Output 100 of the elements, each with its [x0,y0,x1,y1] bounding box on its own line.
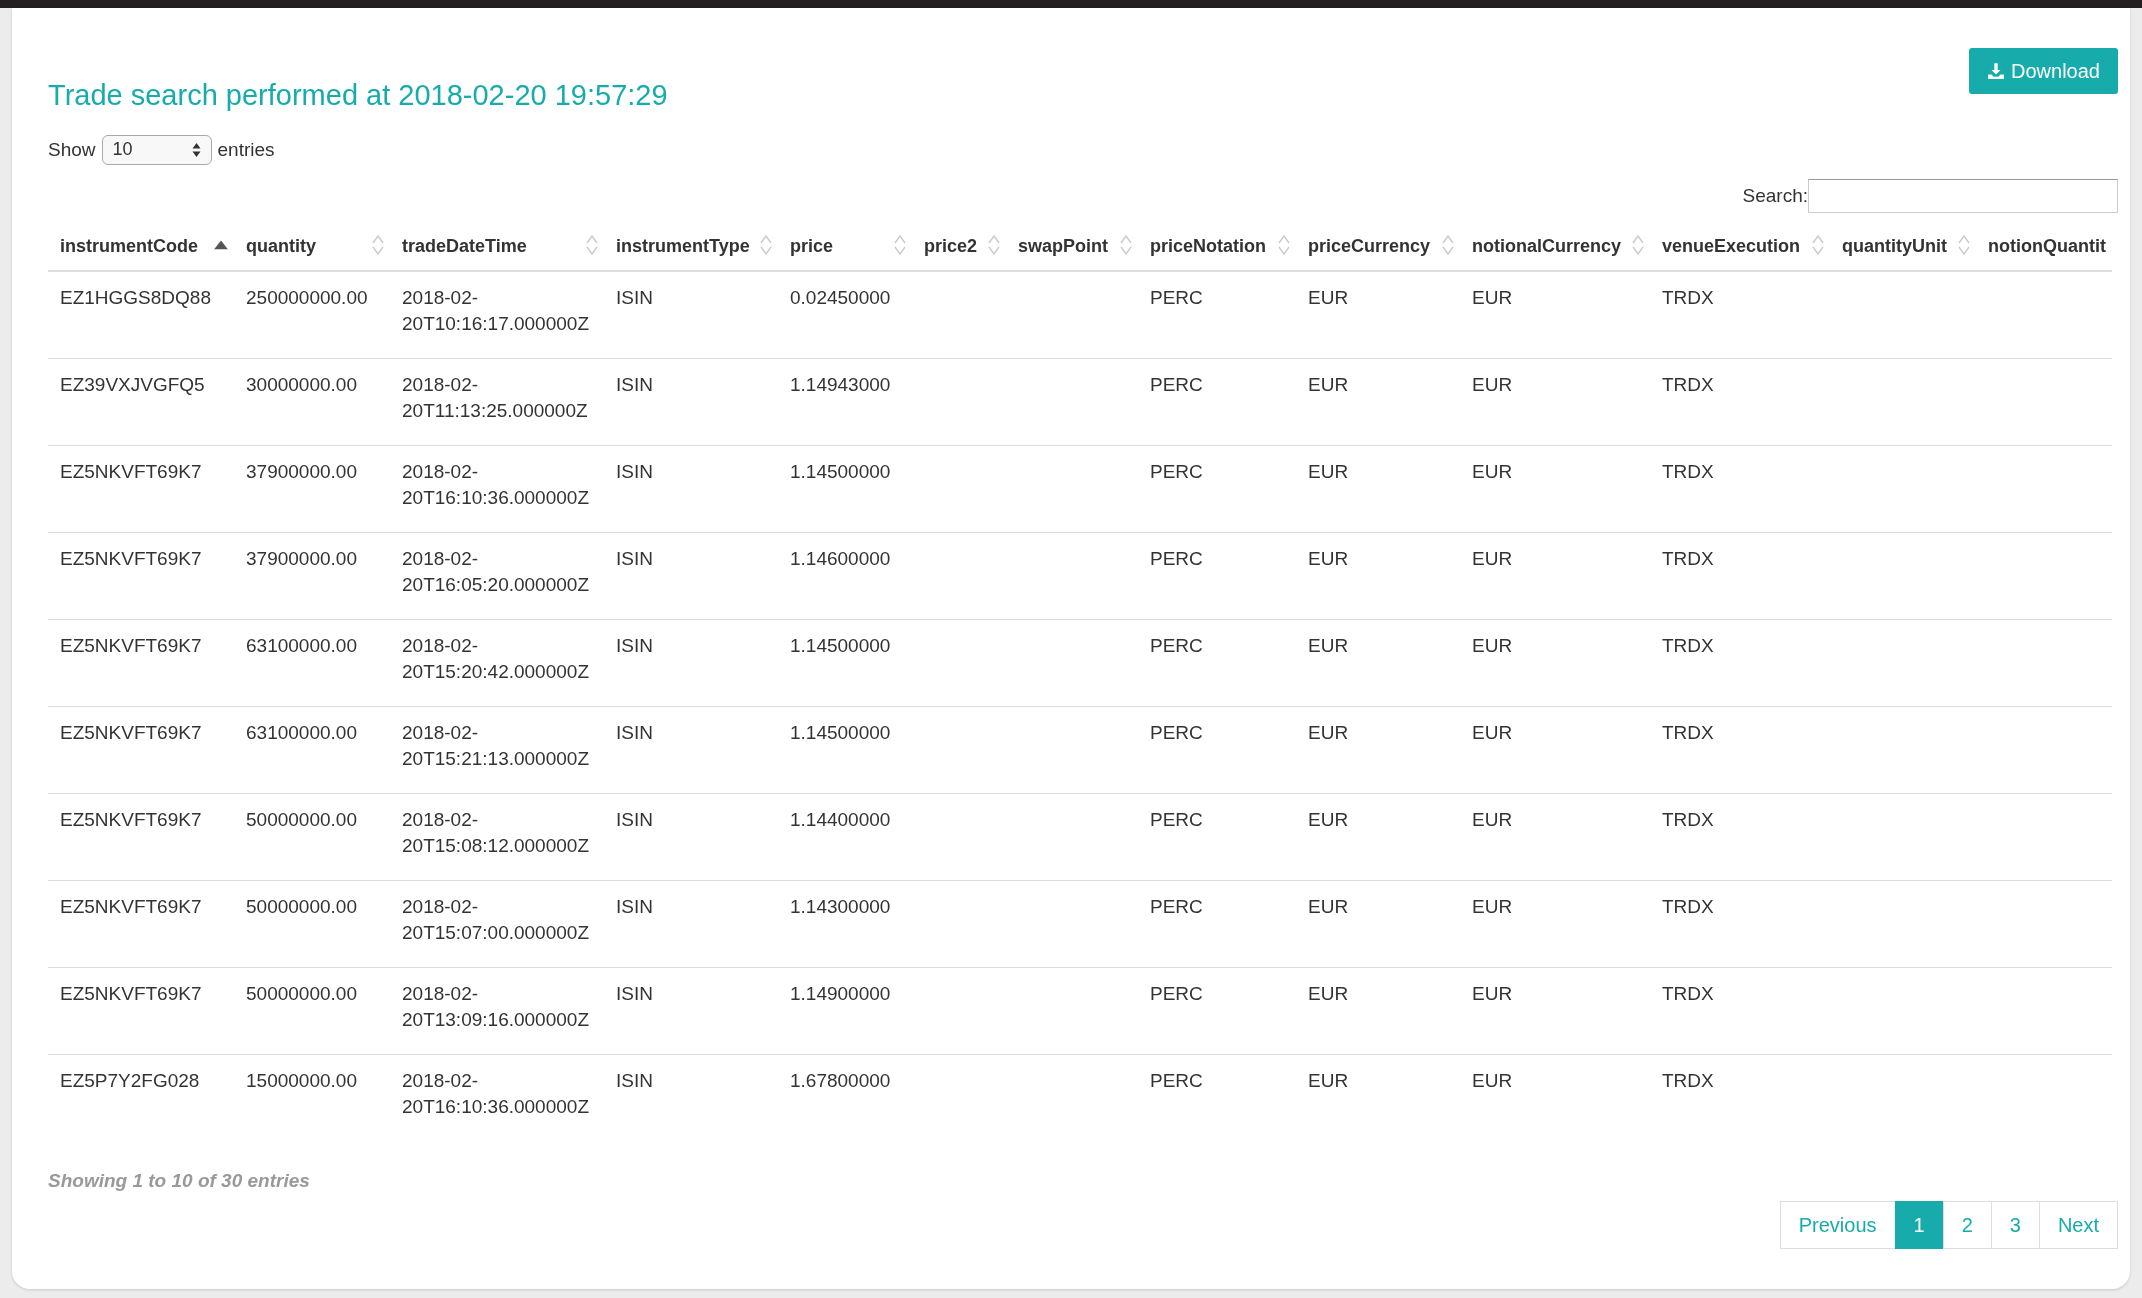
table-cell: EZ5NKVFT69K7 [48,880,234,968]
table-cell: 250000000.00 [234,270,390,359]
table-cell: PERC [1138,270,1296,359]
column-header[interactable]: priceNotation [1138,220,1296,271]
table-cell: EZ5NKVFT69K7 [48,706,234,794]
table-cell: EUR [1296,1054,1460,1141]
table-cell: ISIN [604,880,778,968]
table-cell: EUR [1296,967,1460,1055]
table-cell: 63100000.00 [234,619,390,707]
table-cell: TRDX [1650,270,1830,359]
entries-info: Showing 1 to 10 of 30 entries [48,1168,311,1193]
table-cell: EUR [1460,358,1650,446]
table-cell: PERC [1138,793,1296,881]
table-cell: EZ5NKVFT69K7 [48,619,234,707]
table-cell: EUR [1296,706,1460,794]
column-header[interactable]: swapPoint [1006,220,1138,271]
table-cell: 1.67800000 [778,1054,912,1141]
table-cell: 1.14900000 [778,967,912,1055]
table-cell: ISIN [604,270,778,359]
table-cell: EUR [1296,270,1460,359]
table-cell: EZ39VXJVGFQ5 [48,358,234,446]
table-cell: PERC [1138,706,1296,794]
search-label: Search: [1742,183,1808,208]
column-header[interactable]: notionQuantit [1976,220,2112,271]
download-icon [1987,62,2006,80]
table-cell: 63100000.00 [234,706,390,794]
table-cell: EZ1HGGS8DQ88 [48,270,234,359]
table-cell: 2018-02-20T16:10:36.000000Z [390,1054,604,1141]
table-cell: EZ5P7Y2FG028 [48,1054,234,1141]
table-cell: TRDX [1650,445,1830,533]
column-header[interactable]: priceCurrency [1296,220,1460,271]
search-field[interactable] [1808,178,2118,213]
table-cell: 2018-02-20T11:13:25.000000Z [390,358,604,446]
table-cell: 2018-02-20T15:07:00.000000Z [390,880,604,968]
table-cell: PERC [1138,1054,1296,1141]
updown-arrows-icon [191,141,201,158]
table-cell: EUR [1296,532,1460,620]
column-header[interactable]: quantity [234,220,390,271]
table-cell: TRDX [1650,619,1830,707]
table-cell: EUR [1296,358,1460,446]
table-cell: EUR [1460,706,1650,794]
table-cell: 1.14300000 [778,880,912,968]
table-cell: 2018-02-20T13:09:16.000000Z [390,967,604,1055]
column-header[interactable]: quantityUnit [1830,220,1976,271]
table-cell: PERC [1138,358,1296,446]
table-cell: PERC [1138,967,1296,1055]
table-cell: TRDX [1650,880,1830,968]
table-cell: EUR [1460,532,1650,620]
show-label: Show [48,137,96,162]
table-cell: 50000000.00 [234,793,390,881]
column-header[interactable]: tradeDateTime [390,220,604,271]
table-cell: EUR [1460,967,1650,1055]
table-cell: EUR [1296,793,1460,881]
column-header[interactable]: venueExecution [1650,220,1830,271]
table-cell: ISIN [604,793,778,881]
table-cell: EUR [1296,445,1460,533]
table-cell: EUR [1460,270,1650,359]
table-cell: 2018-02-20T15:08:12.000000Z [390,793,604,881]
entries-label: entries [217,137,275,162]
table-cell: ISIN [604,619,778,707]
table-cell: 1.14943000 [778,358,912,446]
table-cell: PERC [1138,880,1296,968]
table-cell: TRDX [1650,532,1830,620]
table-cell: TRDX [1650,967,1830,1055]
table-cell: TRDX [1650,706,1830,794]
table-cell: ISIN [604,358,778,446]
table-cell: EUR [1460,793,1650,881]
page-title: Trade search performed at 2018-02-20 19:57:29 [48,78,668,113]
table-cell: PERC [1138,619,1296,707]
table-cell: 2018-02-20T10:16:17.000000Z [390,270,604,359]
table-cell: EZ5NKVFT69K7 [48,793,234,881]
table-cell: 37900000.00 [234,532,390,620]
table-cell: 2018-02-20T15:21:13.000000Z [390,706,604,794]
column-header[interactable]: instrumentType [604,220,778,271]
table-cell: 50000000.00 [234,880,390,968]
table-cell: PERC [1138,445,1296,533]
table-cell: EZ5NKVFT69K7 [48,445,234,533]
column-header[interactable]: notionalCurrency [1460,220,1650,271]
table-cell: 1.14500000 [778,706,912,794]
table-cell: 37900000.00 [234,445,390,533]
table-cell: ISIN [604,532,778,620]
table-cell: 2018-02-20T16:05:20.000000Z [390,532,604,620]
column-header[interactable]: instrumentCode [48,220,234,271]
table-cell: 1.14500000 [778,445,912,533]
table-cell: TRDX [1650,793,1830,881]
table-cell: 1.14500000 [778,619,912,707]
table-cell: 2018-02-20T15:20:42.000000Z [390,619,604,707]
table-cell: TRDX [1650,358,1830,446]
table-cell: TRDX [1650,1054,1830,1141]
table-cell: 1.14400000 [778,793,912,881]
table-cell: ISIN [604,445,778,533]
table-cell: EZ5NKVFT69K7 [48,967,234,1055]
page-size-select[interactable]: 10 [101,134,212,165]
table-cell: 1.14600000 [778,532,912,620]
column-header[interactable]: price2 [912,220,1006,271]
table-cell: PERC [1138,532,1296,620]
column-header[interactable]: price [778,220,912,271]
table-cell: EUR [1460,880,1650,968]
table-cell: ISIN [604,706,778,794]
table-cell: EZ5NKVFT69K7 [48,532,234,620]
